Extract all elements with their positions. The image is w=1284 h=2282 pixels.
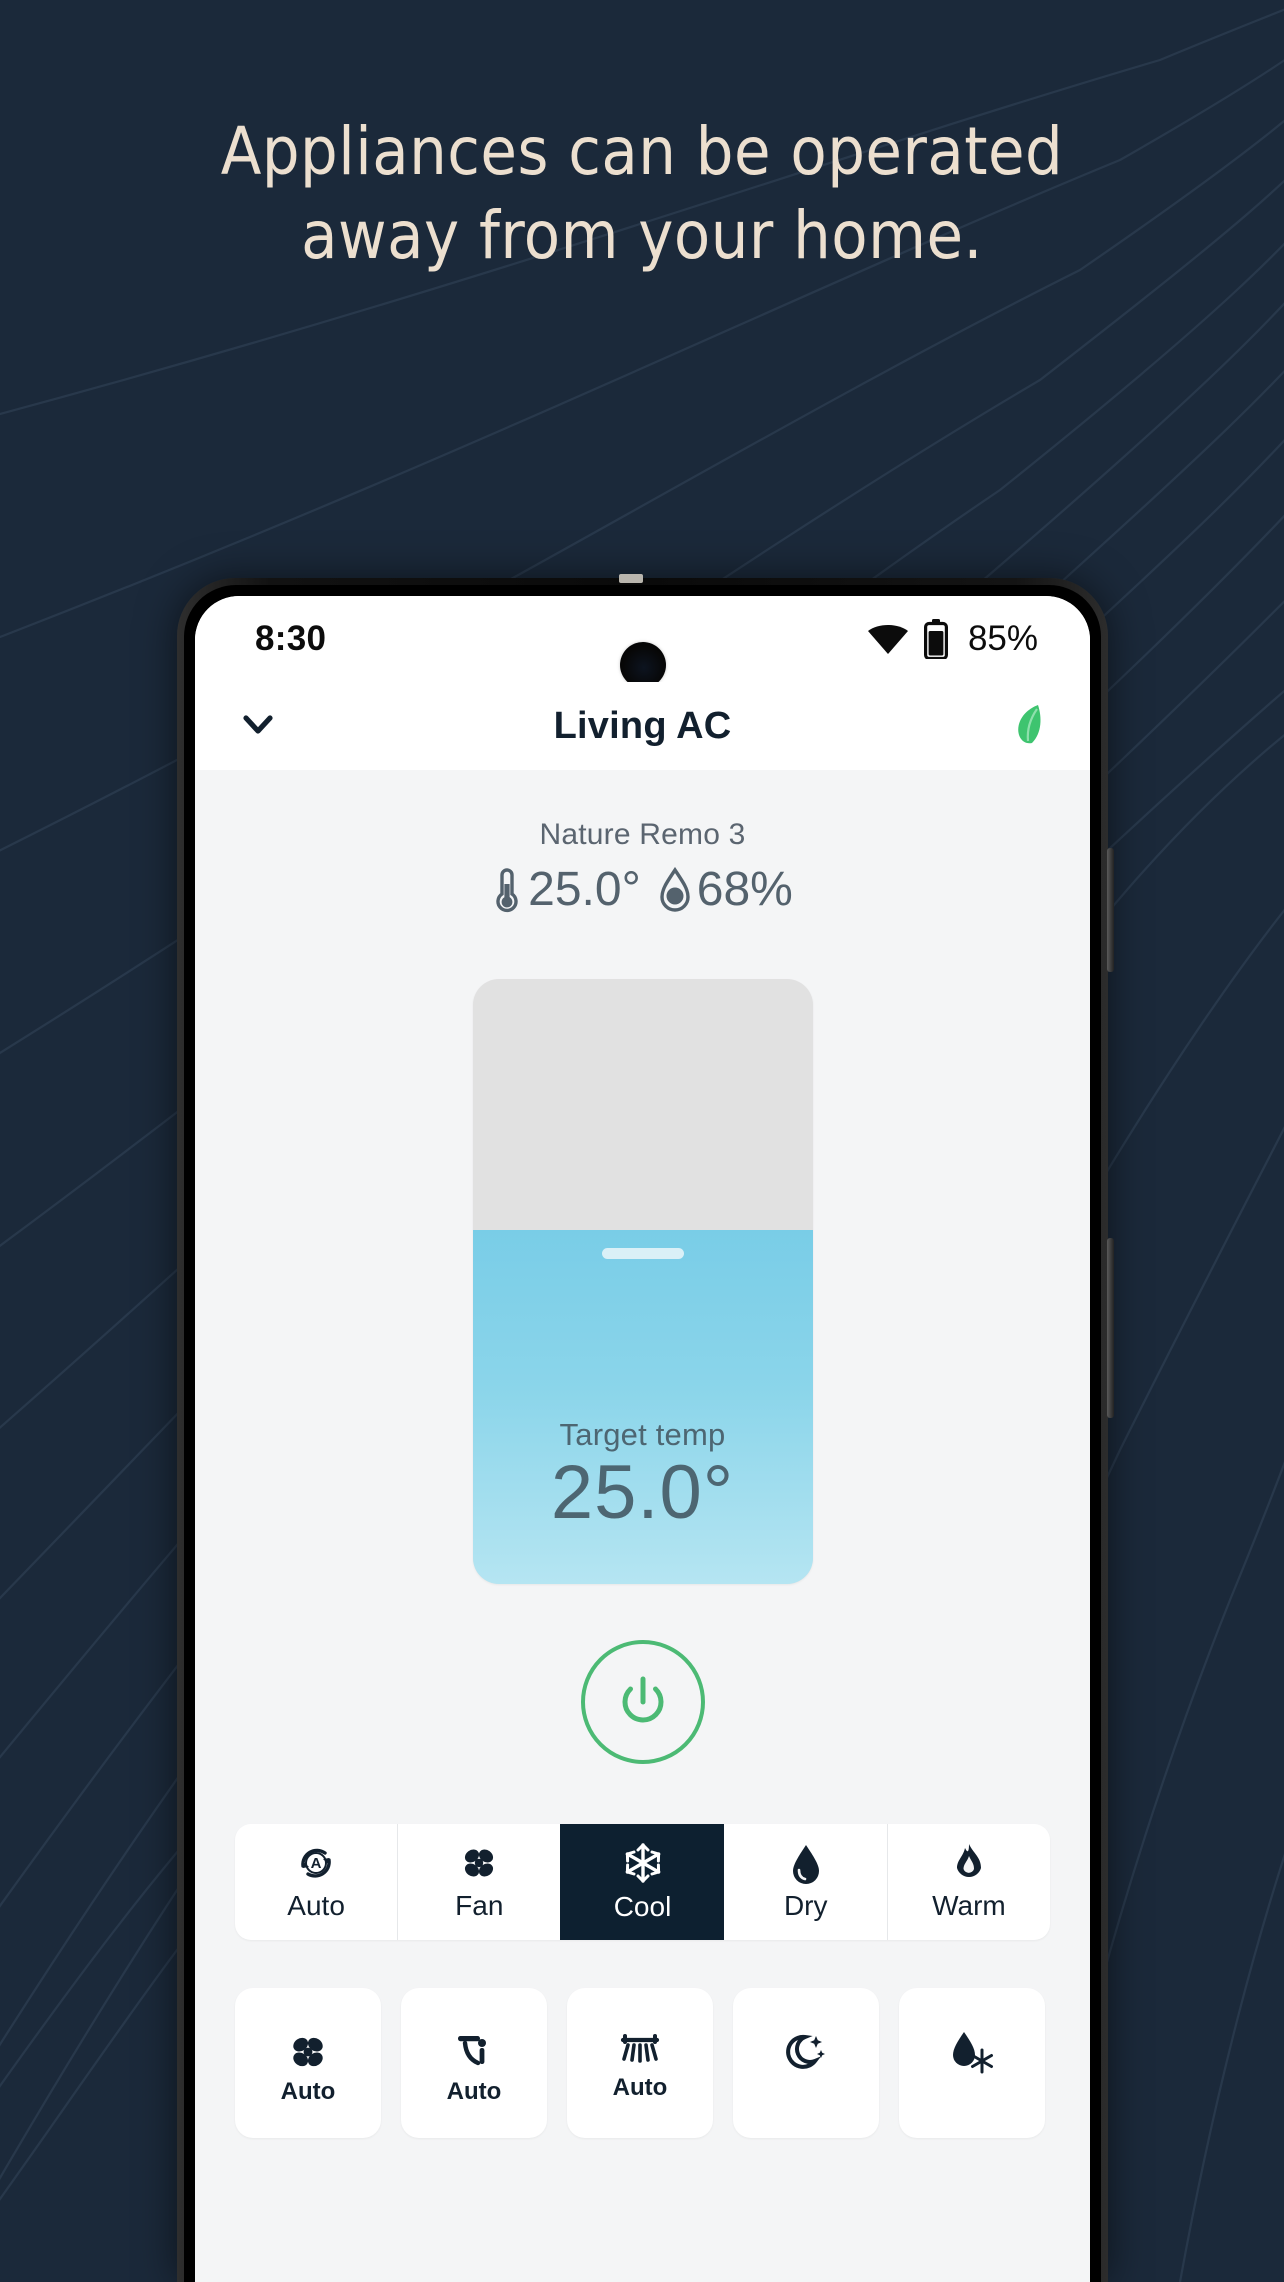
status-bar-clock: 8:30 [255,619,327,658]
swing-vertical-icon [452,2030,496,2074]
dehumidify-icon [948,2030,996,2076]
phone-power-side-button[interactable] [1107,1238,1114,1418]
mode-tab-warm-label: Warm [932,1890,1006,1921]
sensor-temperature: 25.0° [528,863,641,916]
slider-handle-icon[interactable] [601,1248,684,1260]
thermometer-icon [496,867,518,912]
sensor-readout: Nature Remo 3 25.0° 68% [195,818,1090,917]
sensor-values: 25.0° 68% [195,862,1090,917]
phone-bezel: 8:30 85% Living AC Nature Remo 3 25.0° 6… [184,585,1101,2282]
sensor-device-name: Nature Remo 3 [539,818,746,851]
svg-text:A: A [311,1855,322,1872]
mode-tab-fan[interactable]: Fan [397,1824,560,1940]
option-card-swing-vertical[interactable]: Auto [401,1988,547,2138]
humidity-droplet-icon [660,866,690,912]
status-bar: 8:30 85% [195,596,1090,688]
fan-speed-icon [286,2030,330,2074]
collapse-button[interactable] [235,701,281,752]
option-card-fan-speed-label: Auto [280,2078,336,2105]
option-card-row: Auto Auto Auto [235,1988,1090,2138]
power-button[interactable] [580,1640,705,1764]
mode-tab-dry[interactable]: Dry [724,1824,887,1940]
power-icon [622,1676,663,1723]
app-body: Nature Remo 3 25.0° 68% Target temp 25.0… [195,770,1090,2282]
target-temp-label: Target temp [559,1417,726,1452]
target-temperature-slider[interactable]: Target temp 25.0° [472,979,813,1584]
phone-volume-button[interactable] [1107,848,1114,972]
phone-screen: 8:30 85% Living AC Nature Remo 3 25.0° 6… [195,596,1090,2282]
target-temp-value: 25.0° [550,1450,735,1535]
page-title: Living AC [553,704,732,747]
option-card-dehumidify[interactable] [899,1988,1045,2138]
mode-tab-auto-label: Auto [287,1890,345,1921]
mode-tab-cool-label: Cool [613,1891,672,1922]
wifi-icon [867,625,908,654]
phone-mockup: 8:30 85% Living AC Nature Remo 3 25.0° 6… [177,574,1114,2282]
option-card-swing-horizontal-label: Auto [612,2074,668,2101]
slider-readout: Target temp 25.0° [473,1417,813,1536]
antenna-nub [619,574,643,583]
night-mode-icon [783,2030,829,2076]
chevron-down-icon [243,714,273,734]
option-card-night-mode[interactable] [733,1988,879,2138]
leaf-icon [1018,704,1041,743]
swing-horizontal-icon [617,2030,663,2070]
mode-tab-bar: A Auto Fan Cool Dry Warm [235,1824,1050,1940]
app-header: Living AC [195,682,1090,770]
droplet-icon [786,1842,826,1884]
option-card-swing-horizontal[interactable]: Auto [567,1988,713,2138]
flame-icon [949,1842,989,1884]
eco-button[interactable] [1008,701,1050,752]
power-row [195,1640,1090,1764]
mode-tab-dry-label: Dry [783,1890,828,1921]
status-bar-indicators: 85% [866,619,1038,659]
auto-mode-icon: A [295,1842,337,1884]
mode-tab-fan-label: Fan [455,1890,504,1921]
option-card-swing-vertical-label: Auto [446,2078,502,2105]
snowflake-icon [621,1841,665,1885]
headline-line-1: Appliances can be operated [220,113,1064,190]
headline-line-2: away from your home. [301,197,983,275]
page-headline: Appliances can be operated away from you… [0,110,1284,279]
battery-icon [923,619,948,659]
battery-percentage: 85% [967,619,1038,658]
mode-tab-warm[interactable]: Warm [886,1824,1050,1940]
mode-tab-auto[interactable]: A Auto [235,1824,397,1940]
option-card-fan-speed[interactable]: Auto [235,1988,381,2138]
fan-icon [458,1842,500,1884]
sensor-humidity: 68% [696,863,793,916]
mode-tab-cool[interactable]: Cool [560,1824,724,1940]
